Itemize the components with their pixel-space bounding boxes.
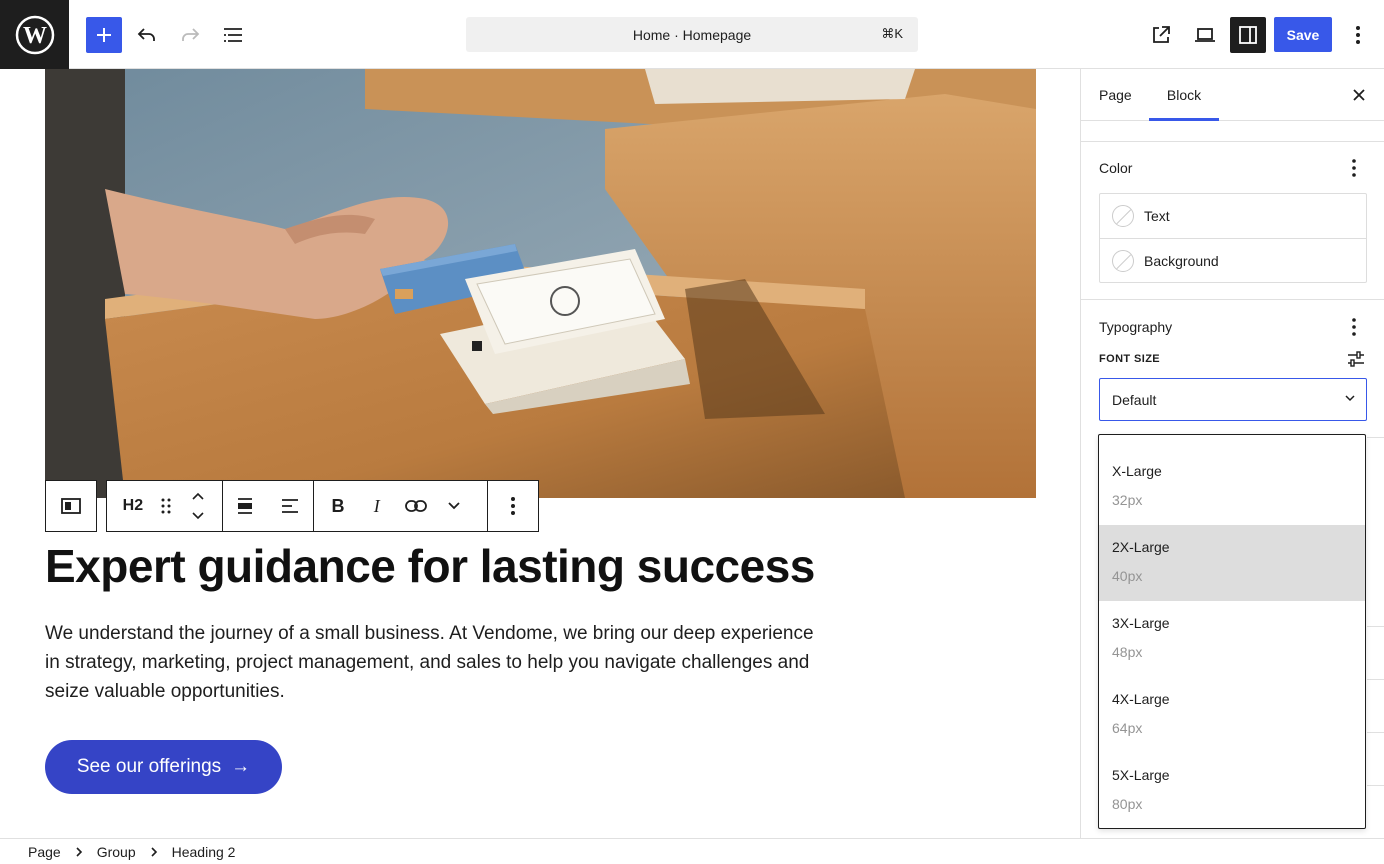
block-parent-selector[interactable] bbox=[45, 480, 97, 532]
editor-canvas: H2 B I Expert guidance for lasting succe… bbox=[0, 69, 1080, 838]
heading-level-button[interactable]: H2 bbox=[107, 481, 159, 531]
italic-icon: I bbox=[373, 495, 380, 516]
redo-button[interactable] bbox=[172, 17, 208, 53]
document-overview-button[interactable] bbox=[215, 17, 251, 53]
kebab-menu-icon bbox=[1352, 318, 1356, 336]
plus-icon bbox=[97, 28, 111, 42]
block-align-button[interactable] bbox=[223, 481, 267, 531]
font-size-option-x-large[interactable]: X-Large 32px bbox=[1099, 449, 1365, 525]
offerings-button-label: See our offerings bbox=[76, 756, 222, 777]
custom-size-toggle[interactable] bbox=[1346, 349, 1366, 369]
external-link-icon bbox=[1153, 26, 1170, 43]
background-color-label: Background bbox=[1144, 252, 1219, 269]
kebab-menu-icon bbox=[1352, 159, 1356, 177]
wordpress-logo-icon[interactable]: W bbox=[0, 0, 69, 69]
font-size-option-2x-large[interactable]: 2X-Large 40px bbox=[1099, 525, 1365, 601]
group-block-icon bbox=[61, 498, 81, 514]
link-button[interactable] bbox=[392, 481, 440, 531]
command-palette-button[interactable]: Home · Homepage ⌘K bbox=[466, 17, 918, 52]
align-icon bbox=[238, 498, 253, 514]
document-title: Home · Homepage bbox=[632, 26, 752, 43]
block-toolbar: H2 B I bbox=[106, 480, 539, 532]
intro-paragraph[interactable]: We understand the journey of a small bus… bbox=[45, 619, 825, 706]
panel-divider bbox=[1081, 141, 1384, 142]
undo-icon bbox=[137, 28, 155, 41]
panel-divider bbox=[1367, 626, 1384, 627]
redo-icon bbox=[182, 28, 200, 41]
font-size-option-5x-large[interactable]: 5X-Large 80px bbox=[1099, 753, 1365, 828]
breadcrumb-item-heading[interactable]: Heading 2 bbox=[172, 844, 236, 860]
font-size-options-list: X-Large 32px 2X-Large 40px 3X-Large 48px… bbox=[1098, 434, 1366, 829]
breadcrumb-item-group[interactable]: Group bbox=[97, 844, 136, 860]
panel-divider bbox=[1367, 437, 1384, 438]
command-shortcut: ⌘K bbox=[881, 26, 903, 41]
typography-panel-title: Typography bbox=[1099, 319, 1173, 335]
sidebar-toggle-icon bbox=[1239, 26, 1257, 44]
tab-block[interactable]: Block bbox=[1149, 69, 1219, 121]
panel-divider bbox=[1367, 732, 1384, 733]
panel-divider bbox=[1367, 785, 1384, 786]
color-panel-title: Color bbox=[1099, 160, 1133, 176]
text-color-button[interactable]: Text bbox=[1100, 194, 1366, 238]
page-heading[interactable]: Expert guidance for lasting success bbox=[45, 539, 815, 593]
offerings-button[interactable]: See our offerings → bbox=[45, 740, 282, 794]
sidebar-tabs: Page Block bbox=[1081, 69, 1384, 121]
font-size-label: FONT SIZE bbox=[1099, 353, 1161, 365]
block-breadcrumb: Page Group Heading 2 bbox=[0, 838, 1384, 864]
text-color-label: Text bbox=[1144, 208, 1170, 224]
block-options-button[interactable] bbox=[488, 481, 538, 531]
hero-image[interactable] bbox=[45, 69, 1036, 498]
add-block-button[interactable] bbox=[86, 17, 122, 53]
chevron-down-icon bbox=[1345, 395, 1355, 402]
panel-divider bbox=[1081, 299, 1384, 300]
text-align-icon bbox=[282, 499, 299, 513]
undo-button[interactable] bbox=[129, 17, 165, 53]
bold-button[interactable]: B bbox=[314, 481, 362, 531]
font-size-option-4x-large[interactable]: 4X-Large 64px bbox=[1099, 677, 1365, 753]
italic-button[interactable]: I bbox=[362, 481, 392, 531]
device-preview-button[interactable] bbox=[1187, 17, 1223, 53]
editor-header: W Home · Homepage ⌘K Save bbox=[0, 0, 1384, 69]
tab-page[interactable]: Page bbox=[1099, 69, 1132, 121]
svg-text:W: W bbox=[23, 23, 47, 49]
arrow-right-icon: → bbox=[231, 756, 251, 777]
panel-divider bbox=[1367, 679, 1384, 680]
active-tab-indicator bbox=[1149, 118, 1219, 121]
color-panel-options-button[interactable] bbox=[1342, 156, 1366, 180]
more-formats-button[interactable] bbox=[439, 481, 469, 531]
chevron-right-icon bbox=[75, 846, 83, 857]
font-size-select[interactable]: Default bbox=[1099, 378, 1367, 421]
close-sidebar-button[interactable] bbox=[1347, 83, 1371, 107]
chevron-right-icon bbox=[150, 846, 158, 857]
list-view-icon bbox=[224, 28, 242, 42]
sliders-icon bbox=[1348, 351, 1364, 367]
bold-icon: B bbox=[331, 495, 345, 516]
chevron-up-down-icon bbox=[192, 492, 204, 520]
options-menu-button[interactable] bbox=[1340, 17, 1376, 53]
font-size-option-3x-large[interactable]: 3X-Large 48px bbox=[1099, 601, 1365, 677]
color-settings-group: Text Background bbox=[1099, 193, 1367, 283]
settings-toggle-button[interactable] bbox=[1230, 17, 1266, 53]
text-align-button[interactable] bbox=[267, 481, 313, 531]
view-page-button[interactable] bbox=[1143, 17, 1179, 53]
desktop-preview-icon bbox=[1195, 28, 1215, 42]
save-button[interactable]: Save bbox=[1274, 17, 1332, 52]
background-color-button[interactable]: Background bbox=[1100, 238, 1366, 282]
close-icon bbox=[1353, 89, 1365, 101]
link-icon bbox=[404, 500, 427, 512]
chevron-down-icon bbox=[448, 502, 461, 510]
kebab-menu-icon bbox=[1356, 26, 1360, 44]
color-swatch-icon bbox=[1112, 249, 1134, 272]
color-swatch-icon bbox=[1112, 205, 1134, 227]
kebab-menu-icon bbox=[511, 497, 516, 515]
typography-panel-options-button[interactable] bbox=[1342, 315, 1366, 339]
drag-handle-icon[interactable] bbox=[159, 481, 173, 531]
move-up-down-button[interactable] bbox=[173, 481, 223, 531]
font-size-selected-value: Default bbox=[1112, 391, 1157, 408]
breadcrumb-item-page[interactable]: Page bbox=[28, 844, 61, 860]
